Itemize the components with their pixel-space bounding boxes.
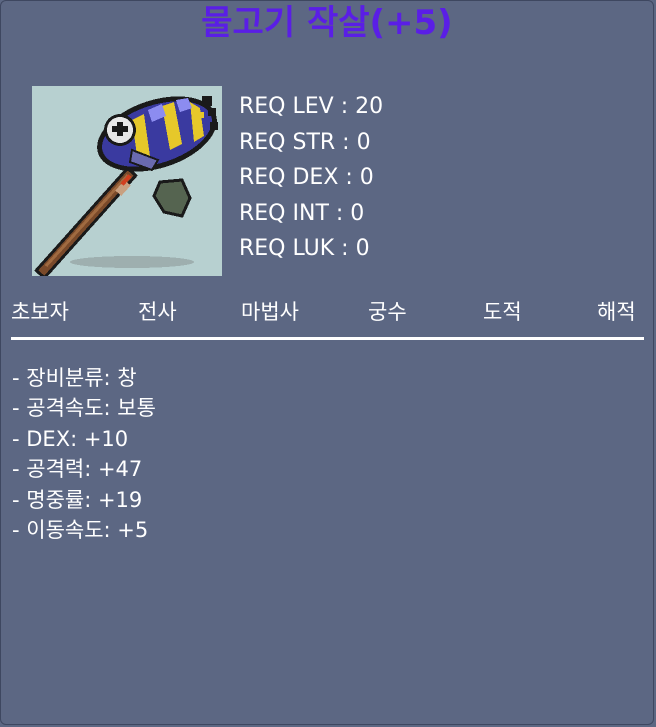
stats-list: - 장비분류: 창 - 공격속도: 보통 - DEX: +10 - 공격력: +… — [12, 363, 632, 545]
fish-harpoon-icon — [32, 86, 222, 276]
job-warrior: 전사 — [138, 300, 177, 324]
stat-equip-type: - 장비분류: 창 — [12, 366, 137, 390]
stat-dex: - DEX: +10 — [12, 426, 129, 451]
job-thief: 도적 — [483, 300, 522, 324]
stat-attack-speed: - 공격속도: 보통 — [12, 396, 156, 421]
stat-accuracy: - 명중률: +19 — [12, 487, 143, 512]
requirements-list: REQ LEV : 20 REQ STR : 0 REQ DEX : 0 REQ… — [239, 89, 619, 267]
req-str: REQ STR : 0 — [239, 129, 371, 155]
stat-attack: - 공격력: +47 — [12, 457, 143, 482]
job-magician: 마법사 — [241, 300, 299, 324]
req-level: REQ LEV : 20 — [239, 94, 384, 119]
job-pirate: 해적 — [597, 300, 636, 324]
item-name: 물고기 작살(+5) — [201, 3, 453, 43]
req-int: REQ INT : 0 — [239, 200, 365, 226]
job-bowman: 궁수 — [368, 300, 407, 324]
divider — [11, 337, 644, 340]
item-tooltip: 물고기 작살(+5) REQ LEV: 20 REQ STR: 0 REQ … — [0, 0, 654, 725]
req-luk: REQ LUK : 0 — [239, 236, 370, 261]
job-list: 초보자 전사 마법사 궁수 도적 해적 — [11, 293, 645, 333]
stat-speed: - 이동속도: +5 — [12, 517, 149, 542]
job-beginner: 초보자 — [11, 300, 69, 324]
req-dex: REQ DEX : 0 — [239, 165, 374, 190]
